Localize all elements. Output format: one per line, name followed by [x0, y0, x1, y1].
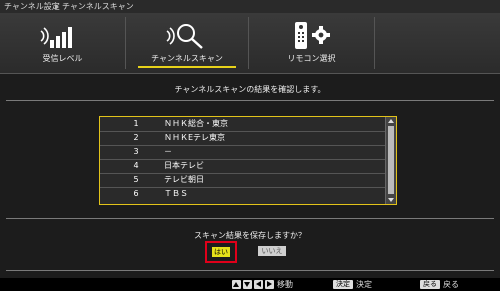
list-item[interactable]: 5 テレビ朝日 [100, 173, 385, 188]
signal-bars-icon [40, 27, 72, 48]
channel-name: ＮＨＫ総合・東京 [164, 119, 228, 128]
focus-highlight: はい [205, 241, 237, 263]
right-key-icon [265, 280, 274, 289]
breadcrumb: チャンネル設定 チャンネルスキャン [0, 0, 500, 13]
back-key-icon: 戻る [420, 280, 440, 289]
channel-number: 4 [133, 161, 139, 170]
scan-result-screen: チャンネル設定 チャンネルスキャン 受信レベル チャンネルスキャン リモコン選択… [0, 0, 500, 291]
tab-divider [374, 17, 375, 69]
scroll-up-icon[interactable] [388, 119, 394, 123]
instruction-text: チャンネルスキャンの結果を確認します。 [174, 85, 326, 94]
list-scrollbar[interactable] [385, 117, 396, 204]
tab-bar: 受信レベル チャンネルスキャン リモコン選択 [0, 13, 500, 74]
channel-name: － [164, 147, 172, 156]
list-item[interactable]: 3 － [100, 145, 385, 160]
channel-scan-icon [166, 24, 203, 49]
divider [6, 100, 494, 101]
tab-remote-select[interactable]: リモコン選択 [249, 13, 374, 73]
list-item[interactable]: 6 ＴＢＳ [100, 187, 385, 201]
divider [6, 218, 494, 219]
channel-name: テレビ朝日 [164, 175, 204, 184]
scroll-thumb[interactable] [388, 126, 394, 194]
tab-label: チャンネルスキャン [151, 54, 223, 63]
channel-number: 3 [133, 147, 139, 156]
no-button[interactable]: いいえ [258, 246, 286, 256]
channel-number: 2 [133, 133, 139, 142]
tab-label: 受信レベル [42, 54, 83, 63]
list-item[interactable]: 1 ＮＨＫ総合・東京 [100, 117, 385, 132]
channel-number: 6 [133, 189, 139, 198]
list-item[interactable]: 2 ＮＨＫEテレ東京 [100, 131, 385, 146]
decide-hint: 決定 [356, 280, 372, 289]
move-hint: 移動 [277, 280, 293, 289]
tab-channel-scan[interactable]: チャンネルスキャン [126, 13, 248, 73]
down-key-icon [243, 280, 252, 289]
divider [6, 270, 494, 271]
tab-label: リモコン選択 [287, 54, 336, 63]
channel-list[interactable]: 1 ＮＨＫ総合・東京 2 ＮＨＫEテレ東京 3 － 4 日本テレビ 5 テレビ朝… [99, 116, 397, 205]
breadcrumb-channel-scan: チャンネルスキャン [62, 2, 134, 11]
back-hint: 戻る [443, 280, 459, 289]
footer-hints: 移動 決定 決定 戻る 戻る [0, 278, 500, 291]
channel-name: 日本テレビ [164, 161, 204, 170]
channel-name: ＴＢＳ [164, 189, 188, 198]
breadcrumb-arrow-icon [55, 4, 59, 10]
tab-signal-level[interactable]: 受信レベル [0, 13, 125, 73]
remote-settings-icon [295, 22, 330, 49]
up-key-icon [232, 280, 241, 289]
save-question: スキャン結果を保存しますか？ [194, 231, 306, 240]
left-key-icon [254, 280, 263, 289]
channel-name: ＮＨＫEテレ東京 [164, 133, 226, 142]
channel-number: 1 [133, 119, 139, 128]
list-item[interactable]: 4 日本テレビ [100, 159, 385, 174]
main-panel: チャンネルスキャンの結果を確認します。 1 ＮＨＫ総合・東京 2 ＮＨＫEテレ東… [0, 74, 500, 278]
scroll-down-icon[interactable] [388, 198, 394, 202]
selected-tab-indicator [138, 66, 236, 68]
yes-button[interactable]: はい [212, 247, 230, 257]
breadcrumb-channel-settings: チャンネル設定 [4, 2, 60, 11]
decide-key-icon: 決定 [333, 280, 353, 289]
channel-number: 5 [133, 175, 139, 184]
